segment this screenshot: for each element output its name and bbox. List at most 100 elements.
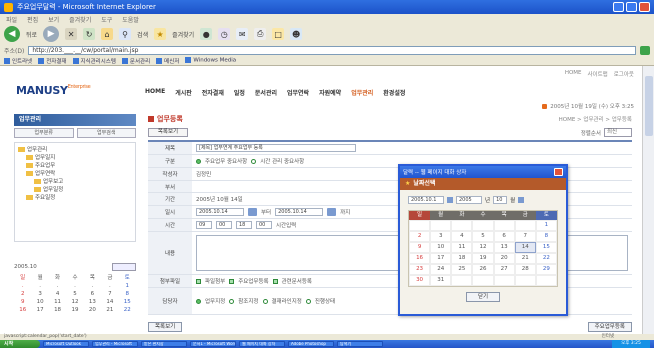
tree-item[interactable]: 업무보고 [18,178,132,186]
hour-select[interactable]: 09 [196,221,212,229]
calendar-day[interactable]: 15 [535,242,557,253]
calendar-day[interactable]: 15 [119,299,136,306]
gnb-item-contact[interactable]: 업무연락 [287,88,309,97]
calendar-day[interactable]: 7 [514,231,536,242]
menu-file[interactable]: 파일 [6,15,17,24]
calendar-day[interactable]: 5 [472,231,494,242]
calendar-day[interactable]: 1 [535,220,557,231]
calendar-day[interactable]: 19 [66,307,83,314]
attach-checkbox[interactable] [196,278,201,284]
tree-item[interactable]: 업무연락 [18,170,132,178]
calendar-day[interactable]: 8 [119,291,136,298]
scrollbar-thumb[interactable] [645,76,653,136]
menu-help[interactable]: 도움말 [122,15,139,24]
minimize-button[interactable] [613,2,624,12]
gnb-item-documents[interactable]: 문서관리 [255,88,277,97]
gnb-item-resources[interactable]: 자원예약 [319,88,341,97]
assignee-radio[interactable] [229,298,235,304]
calendar-day[interactable]: 1 [119,283,136,290]
assignee-radio[interactable] [196,298,201,304]
site-logo[interactable]: MANUSYEnterprise [16,84,91,97]
calendar-day[interactable]: 13 [84,299,101,306]
gnb-item-settings[interactable]: 환경설정 [383,88,405,97]
calendar-day[interactable]: 29 [535,264,557,275]
tree-item[interactable]: 주요업무 [18,162,132,170]
back-label[interactable]: 뒤로 [26,30,37,39]
calendar-day[interactable]: 22 [535,253,557,264]
link-item[interactable]: 인트라넷 [4,57,32,65]
util-link-home[interactable]: HOME [565,70,582,78]
calendar-day[interactable]: 21 [514,253,536,264]
calendar-day[interactable]: 18 [49,307,66,314]
tree-item[interactable]: 업무일지 [18,154,132,162]
minute-select[interactable]: 00 [256,221,272,229]
vertical-scrollbar[interactable] [642,66,654,334]
calendar-day[interactable]: 3 [430,231,452,242]
calendar-day[interactable]: 26 [472,264,494,275]
start-button[interactable]: 시작 [0,340,40,348]
util-link-logout[interactable]: 로그아웃 [614,70,634,78]
util-link-sitemap[interactable]: 사이트맵 [588,70,608,78]
link-item[interactable]: 문서관리 [122,57,150,65]
address-input[interactable]: http://203.___.__/cw/portal/main.jsp [28,45,636,55]
gnb-item-board[interactable]: 게시판 [175,88,192,97]
taskbar-item[interactable]: 받은 편지함 [141,341,187,347]
tree-item[interactable]: 업무관리 [18,146,132,154]
favorites-label[interactable]: 즐겨찾기 [172,30,194,39]
assignee-radio[interactable] [262,298,268,304]
link-item[interactable]: 전자결재 [38,57,66,65]
maximize-button[interactable] [626,2,637,12]
dialog-close-button[interactable]: 닫기 [466,292,500,302]
calendar-day[interactable]: 18 [451,253,473,264]
calendar-day[interactable]: 28 [514,264,536,275]
calendar-day[interactable]: 12 [66,299,83,306]
calendar-day[interactable]: 6 [493,231,515,242]
menu-view[interactable]: 보기 [48,15,59,24]
tree-item[interactable]: 업무일정 [18,186,132,194]
type-radio-2[interactable] [251,158,257,164]
register-button[interactable]: 주요업무등록 [587,322,632,332]
minute-select[interactable]: 00 [216,221,232,229]
refresh-icon[interactable]: ↻ [83,28,96,40]
calendar-day[interactable]: 9 [409,242,431,253]
calendar-day[interactable]: 27 [493,264,515,275]
mail-icon[interactable]: ✉ [236,28,249,40]
folder-icon[interactable]: □ [272,28,285,40]
gnb-item-schedule[interactable]: 일정 [234,88,245,97]
search-icon[interactable]: ⚲ [119,28,132,40]
calendar-day[interactable]: 8 [535,231,557,242]
calendar-day[interactable]: 24 [430,264,452,275]
calendar-day[interactable]: 23 [409,264,431,275]
calendar-day[interactable]: 22 [119,307,136,314]
calendar-day[interactable]: 11 [49,299,66,306]
back-arrow-icon[interactable]: ◀ [4,26,20,42]
attach-checkbox[interactable] [229,278,235,284]
list-button[interactable]: 목록보기 [148,128,188,137]
calendar-day[interactable]: 30 [409,275,431,286]
menu-tools[interactable]: 도구 [101,15,112,24]
calendar-day[interactable]: 2 [409,231,431,242]
calendar-day[interactable]: 10 [31,299,48,306]
gnb-item-work[interactable]: 업무관리 [351,88,373,97]
calendar-day[interactable]: 5 [66,291,83,298]
calendar-day[interactable]: 7 [101,291,118,298]
link-item[interactable]: 지식관리시스템 [73,57,116,65]
close-icon[interactable] [554,168,563,176]
calendar-day[interactable]: 3 [31,291,48,298]
calendar-day[interactable]: 10 [430,242,452,253]
window-close-button[interactable] [639,2,650,12]
calendar-day[interactable]: 11 [451,242,473,253]
link-item[interactable]: Windows Media [185,57,236,64]
mini-calendar-select[interactable] [112,263,136,271]
go-arrow-icon[interactable] [640,45,650,55]
calendar-day[interactable]: 17 [430,253,452,264]
menu-edit[interactable]: 편집 [27,15,38,24]
month-select[interactable]: 10 [493,196,508,204]
calendar-icon[interactable] [248,208,257,216]
calendar-day[interactable]: 25 [451,264,473,275]
taskbar-item[interactable]: Adobe Photoshop [288,341,334,347]
media-icon[interactable]: ● [200,28,213,40]
taskbar-item[interactable]: Microsoft Outlook [43,341,89,347]
calendar-day[interactable]: 9 [14,299,31,306]
calendar-day[interactable]: 6 [84,291,101,298]
